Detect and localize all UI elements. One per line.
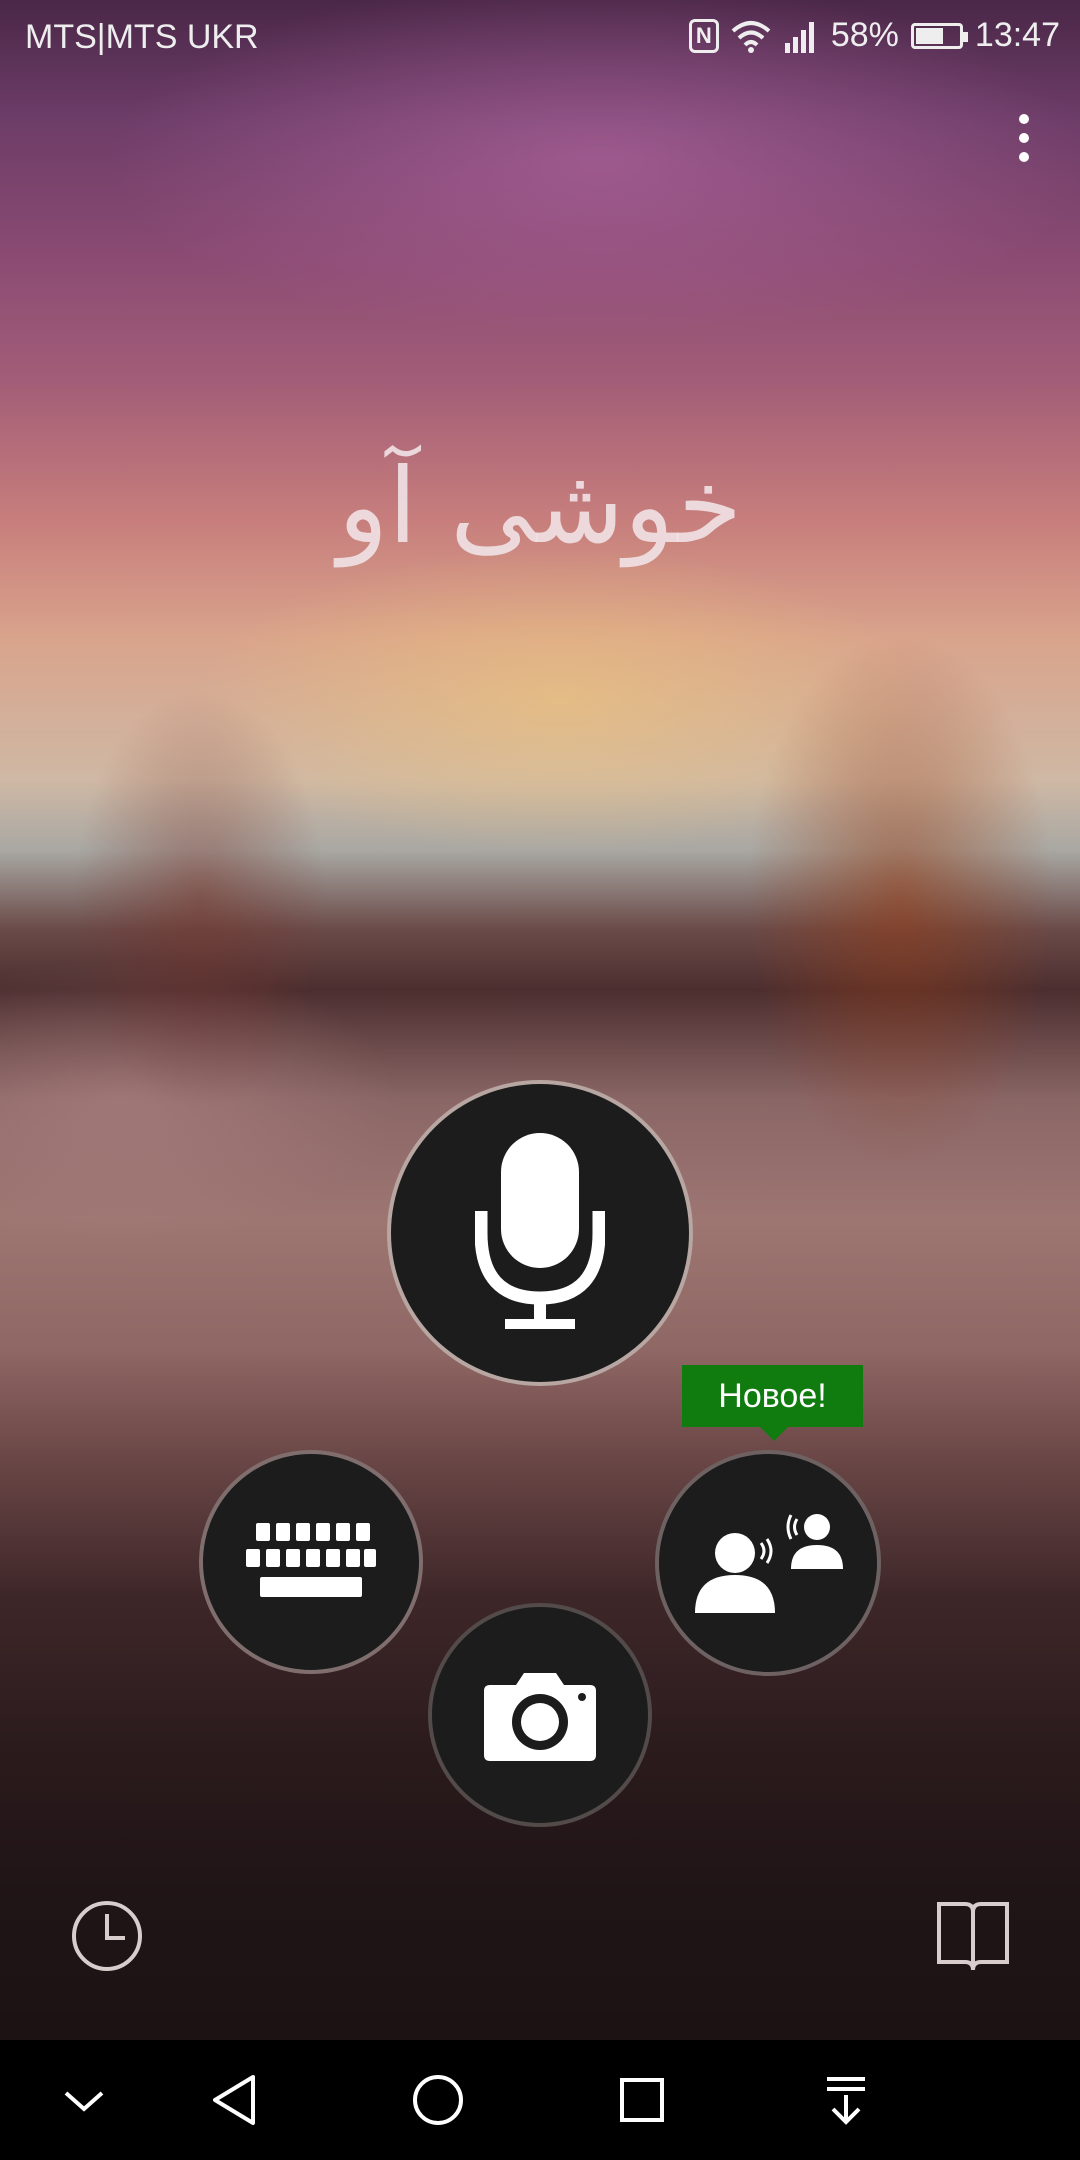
microphone-button[interactable] (387, 1080, 693, 1386)
history-icon (72, 1901, 142, 1971)
camera-icon (484, 1673, 596, 1761)
more-options-button[interactable] (1000, 108, 1048, 168)
battery-percent: 58% (830, 16, 899, 54)
carrier-name: MTS|MTS UKR (25, 18, 259, 56)
phrasebook-button[interactable] (935, 1898, 1011, 1974)
home-icon (413, 2075, 463, 2125)
more-options-dot (1019, 133, 1029, 143)
collapse-icon (64, 2091, 104, 2112)
phrasebook-icon (937, 1902, 1009, 1971)
collapse-button[interactable] (54, 2070, 114, 2130)
more-options-dot (1019, 152, 1029, 162)
nfc-icon: N (688, 18, 719, 53)
recents-button[interactable] (612, 2070, 672, 2130)
status-icons: N 58% 13:47 (688, 16, 1060, 55)
new-feature-badge: Новое! (682, 1365, 863, 1441)
system-navigation-bar (0, 2040, 1080, 2160)
microphone-icon (475, 1133, 605, 1329)
conversation-icon (695, 1514, 843, 1613)
notifications-button[interactable] (816, 2070, 876, 2130)
back-button[interactable] (204, 2070, 264, 2130)
clock: 13:47 (974, 16, 1060, 54)
history-button[interactable] (69, 1898, 145, 1974)
wifi-icon (731, 20, 771, 53)
keyboard-icon (246, 1523, 376, 1597)
keyboard-button[interactable] (199, 1450, 423, 1674)
camera-button[interactable] (428, 1603, 652, 1827)
greeting-phrase: خوشی آو (337, 445, 742, 567)
back-icon (213, 2075, 255, 2125)
conversation-button[interactable] (655, 1450, 881, 1676)
home-button[interactable] (408, 2070, 468, 2130)
more-options-dot (1019, 114, 1029, 124)
status-bar: MTS|MTS UKR N 58% 13:47 (0, 0, 1080, 76)
battery-icon (910, 22, 968, 49)
recents-icon (620, 2078, 664, 2122)
signal-icon (784, 21, 814, 53)
notifications-icon (827, 2077, 865, 2125)
